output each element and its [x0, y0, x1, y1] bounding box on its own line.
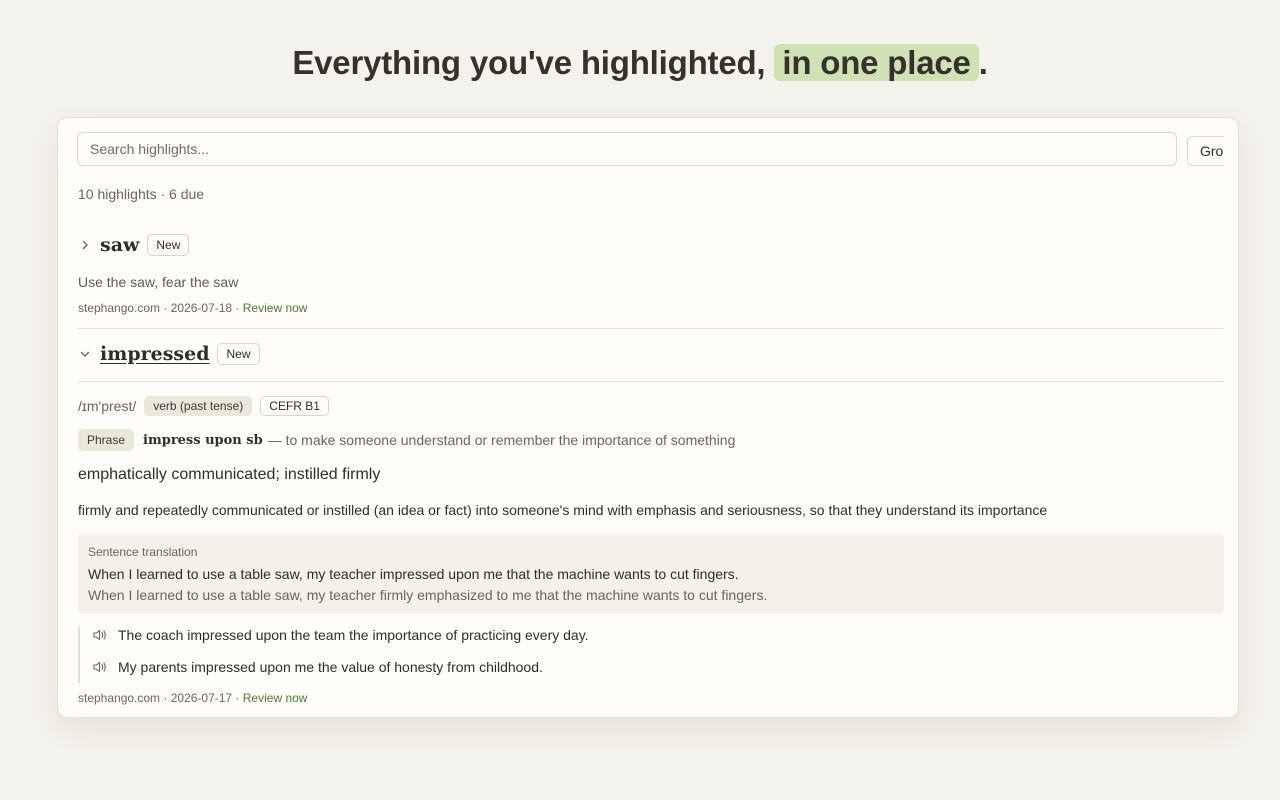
entry-source-date: stephango.com · 2026-07-18 · [78, 301, 243, 315]
cefr-badge: CEFR B1 [260, 396, 329, 416]
hero-prefix: Everything you've highlighted, [292, 44, 775, 81]
translation-original: When I learned to use a table saw, my te… [88, 566, 739, 582]
part-of-speech-badge: verb (past tense) [144, 396, 253, 416]
highlights-panel: Gro 10 highlights · 6 due saw New Use th… [57, 117, 1239, 718]
hero-highlight: in one place [774, 44, 979, 81]
example-sentence: The coach impressed upon the team the im… [92, 627, 589, 643]
new-badge: New [147, 234, 190, 256]
entry-word[interactable]: impressed [100, 343, 209, 365]
highlights-panel-content: Gro 10 highlights · 6 due saw New Use th… [58, 118, 1224, 717]
entry-header-impressed[interactable]: impressed New [78, 343, 260, 365]
short-definition: emphatically communicated; instilled fir… [78, 466, 381, 483]
hero-suffix: . [978, 44, 988, 81]
chevron-right-icon[interactable] [78, 238, 92, 252]
chevron-down-icon[interactable] [78, 347, 92, 361]
entry-divider [78, 328, 1224, 329]
highlights-summary: 10 highlights · 6 due [78, 186, 205, 202]
speaker-icon[interactable] [92, 660, 108, 674]
translation-label: Sentence translation [88, 545, 198, 559]
hero-heading: Everything you've highlighted, in one pl… [0, 44, 1280, 82]
long-definition: firmly and repeatedly communicated or in… [78, 502, 1048, 518]
translation-text: When I learned to use a table saw, my te… [88, 587, 768, 603]
phrase-row: Phrase impress upon sb — to make someone… [78, 429, 735, 451]
entry-word[interactable]: saw [100, 234, 139, 256]
example-text: The coach impressed upon the team the im… [118, 627, 589, 643]
entry-source-date: stephango.com · 2026-07-17 · [78, 691, 243, 705]
entry-meta: stephango.com · 2026-07-18 · Review now [78, 301, 307, 315]
review-now-link[interactable]: Review now [243, 301, 308, 315]
phrase-badge: Phrase [78, 429, 135, 451]
pronunciation: /ɪm'prest/ [78, 398, 137, 414]
speaker-icon[interactable] [92, 628, 108, 642]
entry-detail-divider [78, 381, 1224, 382]
example-sentence: My parents impressed upon me the value o… [92, 659, 543, 675]
pronunciation-row: /ɪm'prest/ verb (past tense) CEFR B1 [78, 396, 329, 416]
entry-header-saw[interactable]: saw New [78, 234, 190, 256]
review-now-link[interactable]: Review now [243, 691, 308, 705]
group-button[interactable]: Gro [1187, 136, 1224, 166]
phrase-term: impress upon sb [143, 432, 263, 448]
phrase-definition: — to make someone understand or remember… [267, 432, 736, 448]
example-sentences: The coach impressed upon the team the im… [78, 627, 589, 683]
new-badge: New [217, 343, 260, 365]
search-input[interactable] [77, 132, 1177, 166]
entry-meta: stephango.com · 2026-07-17 · Review now [78, 691, 307, 705]
entry-context: Use the saw, fear the saw [78, 274, 239, 290]
example-text: My parents impressed upon me the value o… [118, 659, 543, 675]
sentence-translation-box: Sentence translation When I learned to u… [78, 534, 1224, 614]
